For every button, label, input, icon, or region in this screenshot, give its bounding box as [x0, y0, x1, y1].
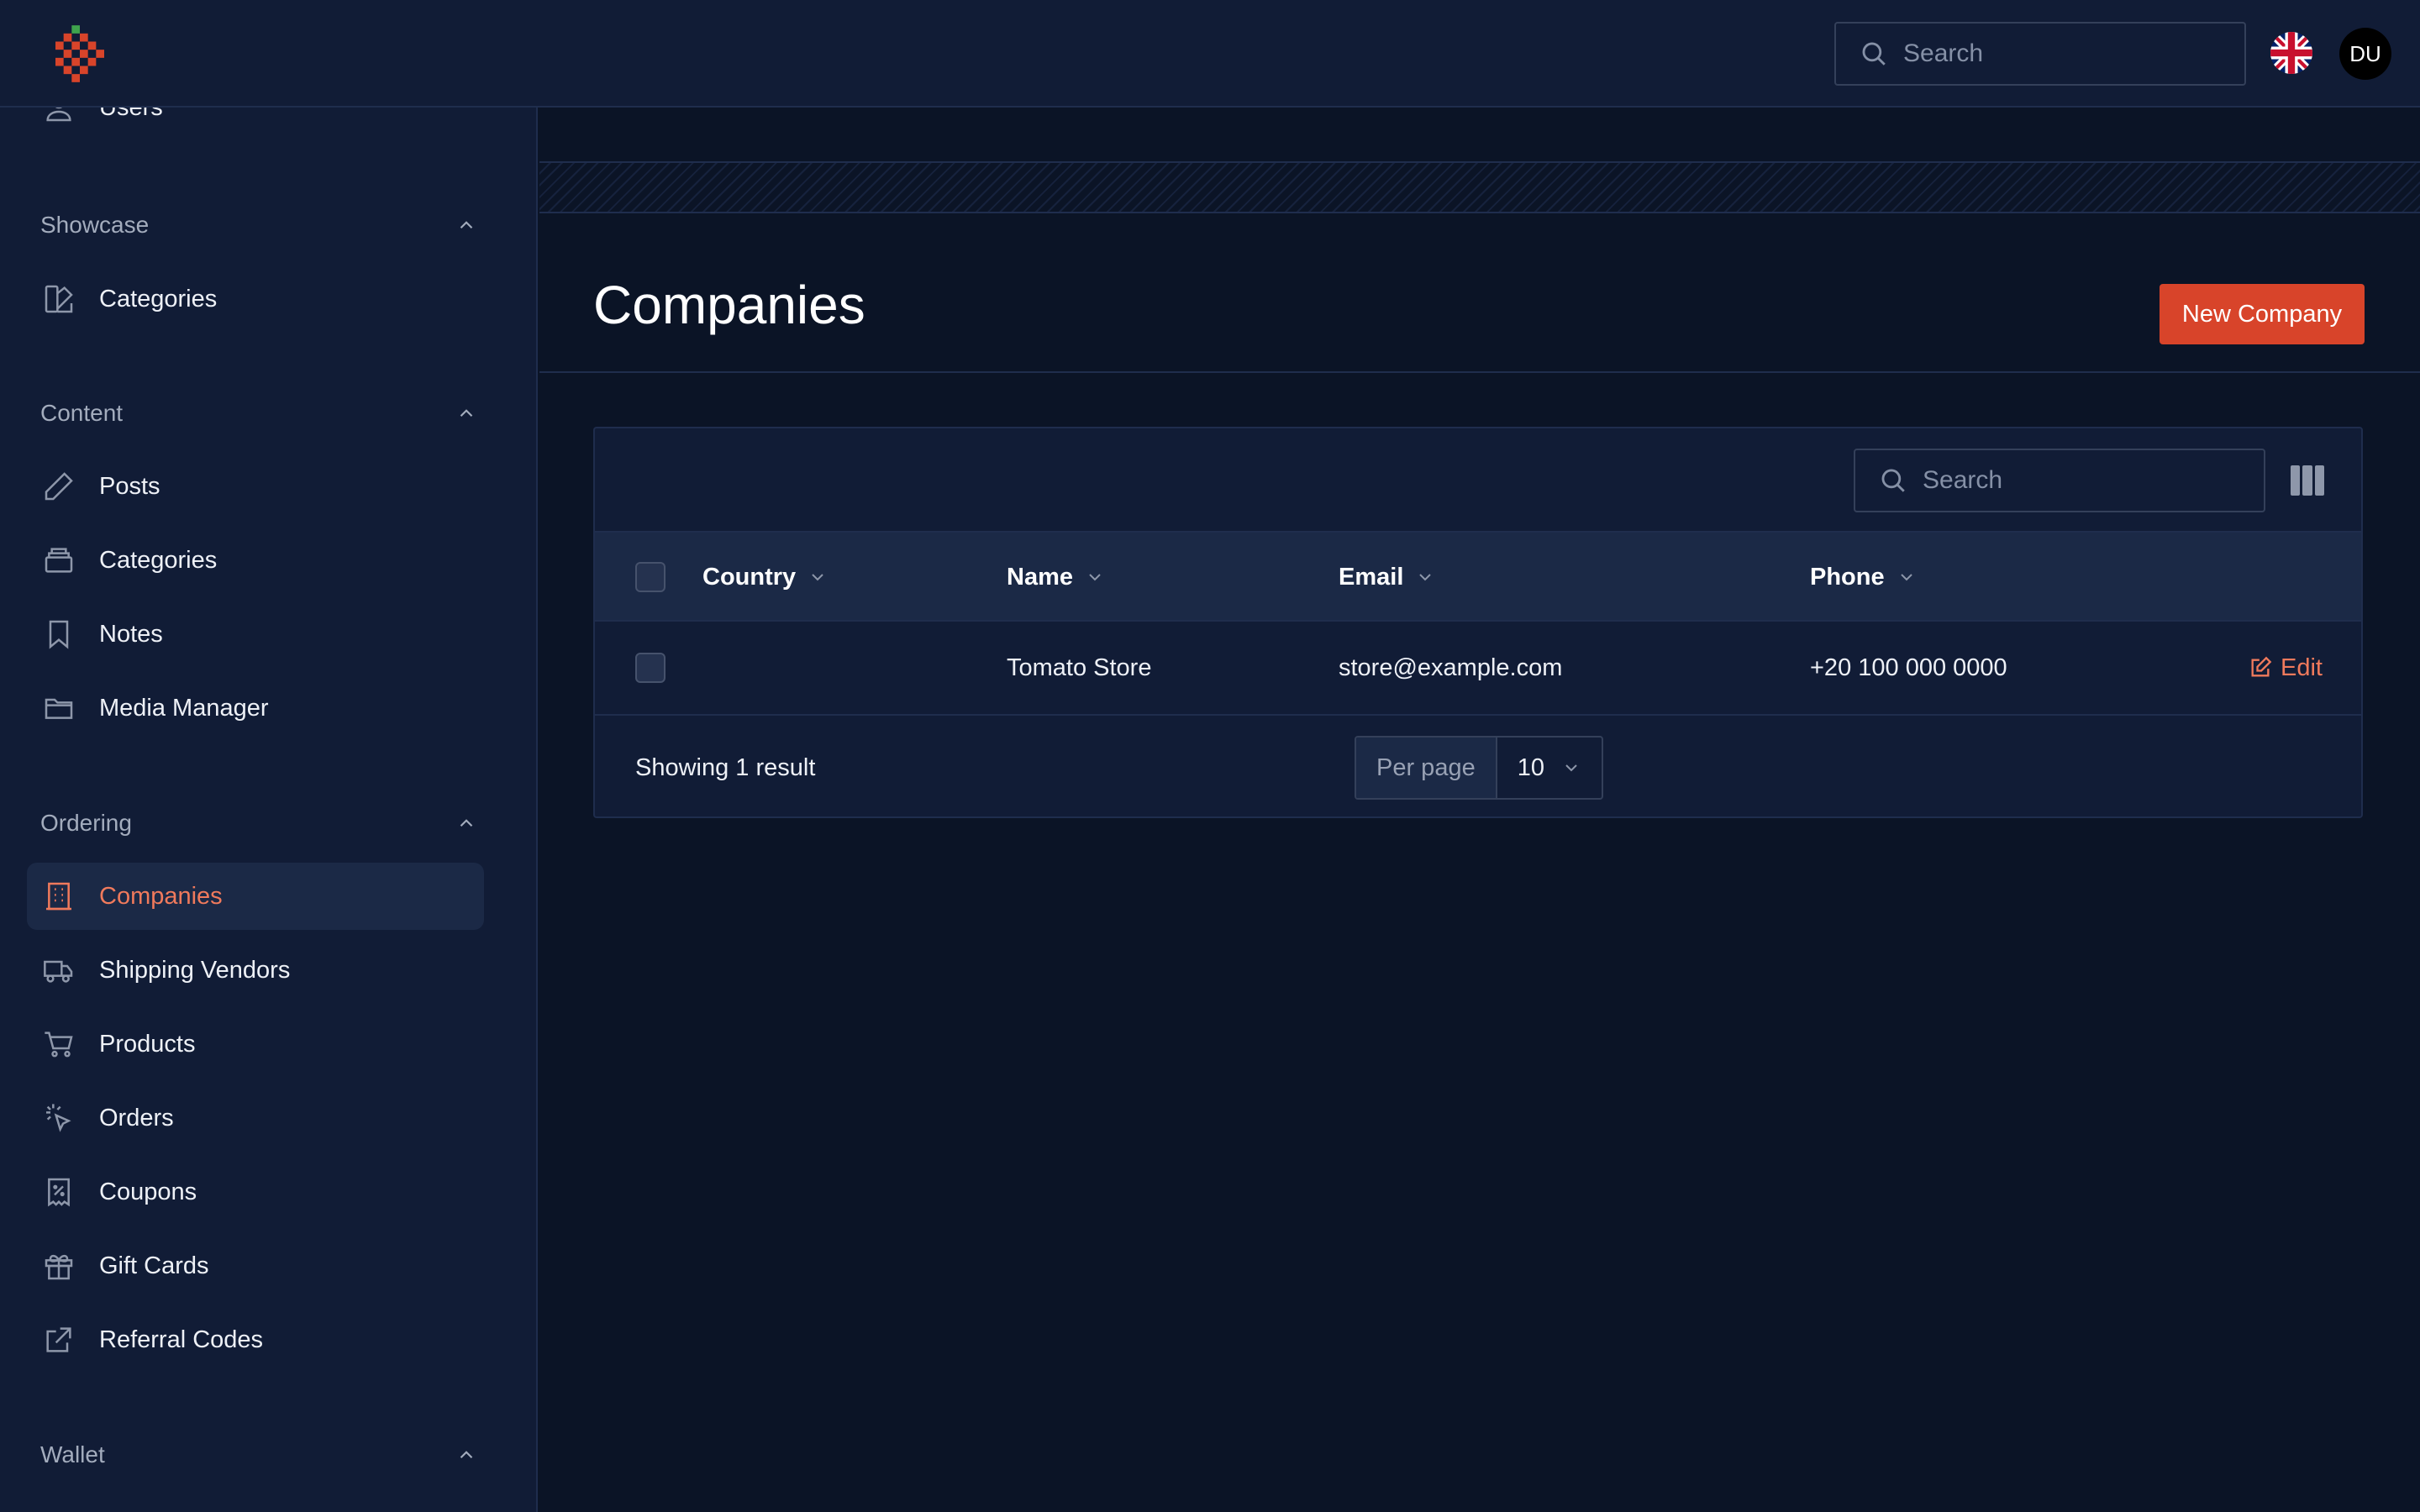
- sidebar-item-content-categories[interactable]: Categories: [27, 527, 484, 594]
- sidebar-item-label: Categories: [99, 546, 218, 574]
- new-company-button[interactable]: New Company: [2160, 284, 2365, 344]
- uk-flag-icon[interactable]: [2270, 32, 2312, 74]
- sidebar-item-label: Referral Codes: [99, 1326, 264, 1353]
- row-checkbox[interactable]: [635, 653, 666, 683]
- bookmark-icon: [40, 616, 77, 653]
- per-page-label: Per page: [1356, 738, 1497, 798]
- sidebar-item-orders[interactable]: Orders: [27, 1084, 484, 1152]
- sidebar-item-shipping-vendors[interactable]: Shipping Vendors: [27, 937, 484, 1004]
- global-search-input[interactable]: [1903, 39, 2206, 68]
- cell-email: store@example.com: [1339, 654, 1563, 681]
- global-search[interactable]: [1834, 22, 2246, 86]
- group-content[interactable]: Content: [40, 395, 477, 432]
- user-icon: [40, 108, 77, 126]
- user-avatar[interactable]: DU: [2339, 28, 2391, 80]
- search-icon: [1881, 469, 1905, 492]
- sidebar-item-label: Media Manager: [99, 694, 269, 722]
- logo[interactable]: [55, 25, 104, 82]
- table-footer: Showing 1 result Per page 10: [595, 716, 2361, 816]
- column-header-name[interactable]: Name: [1007, 533, 1105, 622]
- sidebar-item-label: Products: [99, 1030, 196, 1058]
- edit-label: Edit: [2281, 654, 2323, 681]
- chevron-down-icon: [1900, 574, 1912, 581]
- sidebar-item-notes[interactable]: Notes: [27, 601, 484, 668]
- cell-name: Tomato Store: [1007, 654, 1152, 681]
- chevron-down-icon: [1089, 574, 1101, 581]
- receipt-percent-icon: [40, 1173, 77, 1210]
- companies-table: Country Name Email Phone Tomato Store st…: [593, 427, 2363, 818]
- truck-icon: [40, 952, 77, 989]
- select-all-checkbox[interactable]: [635, 562, 666, 592]
- table-toolbar: [595, 428, 2361, 531]
- sidebar-item-label: Gift Cards: [99, 1252, 209, 1279]
- pencil-icon: [40, 468, 77, 505]
- sidebar-item-referral-codes[interactable]: Referral Codes: [27, 1306, 484, 1373]
- chevron-up-icon: [460, 221, 473, 229]
- sidebar-item-users[interactable]: Users: [27, 108, 484, 141]
- external-link-icon: [40, 1321, 77, 1358]
- sidebar: Users Showcase Categories Content Posts …: [0, 108, 538, 1512]
- table-search-input[interactable]: [1923, 466, 2225, 495]
- top-bar: DU: [0, 0, 2420, 108]
- sidebar-item-label: Notes: [99, 620, 163, 648]
- per-page-dropdown[interactable]: 10: [1497, 738, 1602, 798]
- main-content: Companies New Company Country Name Email: [539, 109, 2420, 1512]
- striped-banner: [539, 161, 2420, 213]
- sidebar-item-gift-cards[interactable]: Gift Cards: [27, 1232, 484, 1299]
- page-title: Companies: [593, 275, 865, 335]
- sidebar-item-coupons[interactable]: Coupons: [27, 1158, 484, 1226]
- chevron-down-icon: [1419, 574, 1432, 581]
- sidebar-item-label: Posts: [99, 472, 160, 500]
- per-page-select[interactable]: Per page 10: [1355, 736, 1603, 800]
- per-page-value: 10: [1517, 753, 1544, 781]
- group-title: Content: [40, 400, 124, 426]
- sidebar-item-label: Categories: [99, 285, 218, 312]
- edit-icon: [2251, 656, 2272, 677]
- sidebar-item-media-manager[interactable]: Media Manager: [27, 675, 484, 742]
- group-ordering[interactable]: Ordering: [40, 805, 477, 842]
- search-icon: [1862, 42, 1886, 66]
- chevron-up-icon: [460, 1451, 473, 1459]
- page-header: Companies New Company: [539, 213, 2420, 373]
- sidebar-item-products[interactable]: Products: [27, 1011, 484, 1078]
- sidebar-item-label: Users: [99, 108, 163, 122]
- sidebar-item-posts[interactable]: Posts: [27, 453, 484, 520]
- edit-button[interactable]: Edit: [2249, 622, 2323, 714]
- sidebar-item-label: Orders: [99, 1104, 174, 1131]
- archive-icon: [40, 542, 77, 579]
- folder-icon: [40, 690, 77, 727]
- column-label: Country: [702, 563, 797, 591]
- sidebar-item-showcase-categories[interactable]: Categories: [27, 265, 484, 333]
- table-search[interactable]: [1854, 449, 2265, 512]
- group-showcase[interactable]: Showcase: [40, 207, 477, 244]
- table-header: Country Name Email Phone: [595, 531, 2361, 622]
- sidebar-item-label: Coupons: [99, 1178, 197, 1205]
- chevron-down-icon: [1565, 764, 1577, 772]
- group-wallet[interactable]: Wallet: [40, 1436, 477, 1473]
- table-row[interactable]: Tomato Store store@example.com +20 100 0…: [595, 622, 2361, 716]
- cell-phone: +20 100 000 0000: [1810, 654, 2007, 681]
- group-title: Showcase: [40, 212, 150, 238]
- gift-icon: [40, 1247, 77, 1284]
- column-header-email[interactable]: Email: [1339, 533, 1435, 622]
- chevron-up-icon: [460, 819, 473, 827]
- shapes-icon: [40, 281, 77, 318]
- column-label: Email: [1339, 563, 1404, 591]
- column-header-phone[interactable]: Phone: [1810, 533, 1917, 622]
- column-toggle-icon[interactable]: [2291, 465, 2324, 496]
- chevron-up-icon: [460, 409, 473, 417]
- result-count: Showing 1 result: [635, 753, 816, 781]
- column-header-country[interactable]: Country: [702, 533, 828, 622]
- chevron-down-icon: [812, 574, 823, 581]
- sidebar-item-companies[interactable]: Companies: [27, 863, 484, 930]
- building-icon: [40, 878, 77, 915]
- sidebar-item-label: Companies: [99, 882, 223, 910]
- cart-icon: [40, 1026, 77, 1063]
- cursor-click-icon: [40, 1100, 77, 1137]
- group-title: Wallet: [40, 1441, 105, 1467]
- group-title: Ordering: [40, 810, 132, 836]
- sidebar-item-label: Shipping Vendors: [99, 956, 291, 984]
- column-label: Name: [1007, 563, 1073, 591]
- column-label: Phone: [1810, 563, 1885, 591]
